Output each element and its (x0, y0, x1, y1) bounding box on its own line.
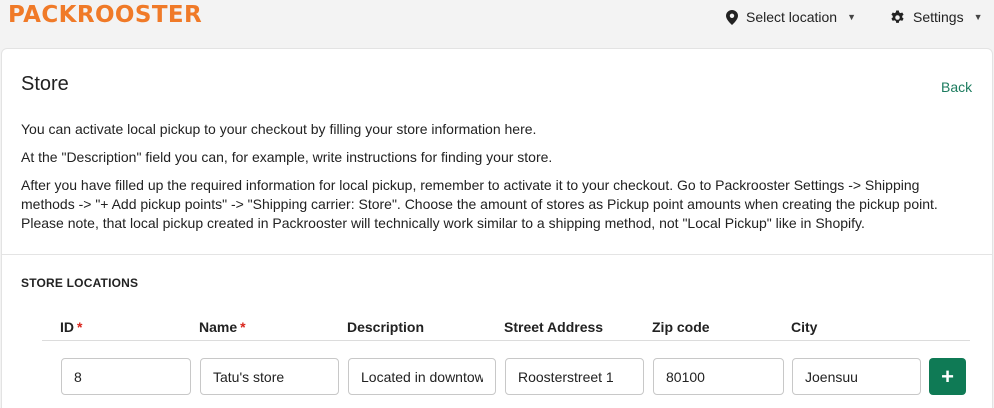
gear-icon (890, 9, 905, 25)
description-input[interactable] (348, 358, 496, 395)
column-header-description: Description (347, 319, 425, 335)
map-pin-icon (726, 9, 738, 25)
settings-label: Settings (913, 9, 964, 25)
select-location-button[interactable]: Select location ▼ (726, 8, 856, 26)
column-header-street-address: Street Address (504, 319, 604, 335)
top-bar: PACKROOSTER Select location ▼ Settings ▼ (0, 0, 994, 36)
table-header-divider (42, 340, 970, 341)
required-marker: * (240, 319, 246, 335)
city-input[interactable] (792, 358, 921, 395)
section-divider (2, 254, 992, 255)
column-header-city: City (791, 319, 818, 335)
street-address-input[interactable] (505, 358, 644, 395)
info-paragraph: At the "Description" field you can, for … (21, 149, 553, 165)
section-title: STORE LOCATIONS (21, 276, 139, 290)
column-header-zip-code: Zip code (652, 319, 710, 335)
column-header-name: Name * (199, 319, 246, 335)
info-text: You can activate local pickup to your ch… (21, 120, 971, 242)
page-title: Store (21, 73, 69, 95)
packrooster-logo[interactable]: PACKROOSTER (8, 2, 202, 28)
info-paragraph: You can activate local pickup to your ch… (21, 121, 537, 137)
add-store-button[interactable]: + (929, 358, 966, 395)
name-input[interactable] (200, 358, 339, 395)
chevron-down-icon: ▼ (973, 12, 983, 22)
column-header-id: ID * (60, 319, 82, 335)
settings-button[interactable]: Settings ▼ (890, 8, 983, 26)
info-paragraph: After you have filled up the required in… (21, 177, 938, 231)
required-marker: * (77, 319, 83, 335)
select-location-label: Select location (746, 9, 838, 25)
column-label: ID (60, 319, 74, 335)
id-input[interactable] (61, 358, 191, 395)
store-card: Store Back You can activate local pickup… (1, 48, 993, 408)
chevron-down-icon: ▼ (847, 12, 856, 22)
back-link[interactable]: Back (941, 79, 972, 95)
column-label: Name (199, 319, 238, 335)
zip-code-input[interactable] (653, 358, 784, 395)
